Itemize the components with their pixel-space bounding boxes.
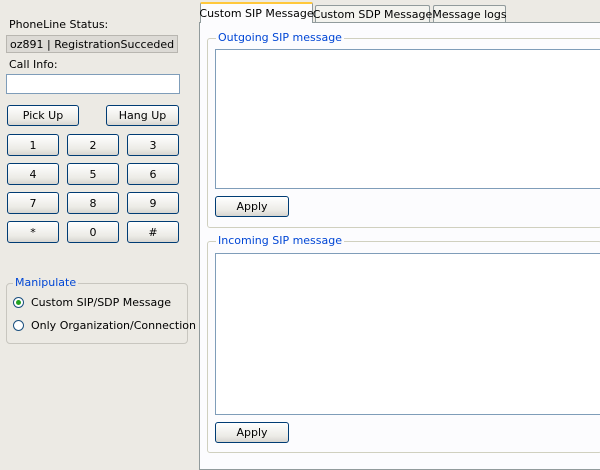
call-info-input[interactable] [6,74,180,94]
dialpad-key-hash[interactable]: # [127,221,179,243]
radio-only-organization[interactable]: Only Organization/Connection [13,319,196,332]
incoming-sip-textarea[interactable] [215,253,600,415]
phoneline-status-value: oz891 | RegistrationSucceded [6,35,178,53]
dialpad-key-2[interactable]: 2 [67,134,119,156]
dialpad-key-4[interactable]: 4 [7,163,59,185]
dialpad-key-star[interactable]: * [7,221,59,243]
tab-custom-sdp-message[interactable]: Custom SDP Message [313,5,432,22]
outgoing-sip-textarea[interactable] [215,49,600,189]
radio-button-checked[interactable] [13,297,24,308]
dialpad-key-8[interactable]: 8 [67,192,119,214]
radio-label: Custom SIP/SDP Message [31,296,171,309]
radio-custom-sip-sdp[interactable]: Custom SIP/SDP Message [13,296,171,309]
hang-up-button[interactable]: Hang Up [106,105,179,126]
incoming-apply-button[interactable]: Apply [215,422,289,443]
dialpad-key-0[interactable]: 0 [67,221,119,243]
tab-custom-sip-message[interactable]: Custom SIP Message [199,2,314,23]
dialpad-key-6[interactable]: 6 [127,163,179,185]
manipulate-group [6,283,188,344]
outgoing-sip-title: Outgoing SIP message [216,31,344,44]
dialpad-key-7[interactable]: 7 [7,192,59,214]
call-info-label: Call Info: [9,58,58,71]
dialpad-key-1[interactable]: 1 [7,134,59,156]
radio-label: Only Organization/Connection [31,319,196,332]
radio-button[interactable] [13,320,24,331]
manipulate-group-title: Manipulate [13,276,79,289]
phoneline-status-label: PhoneLine Status: [9,18,109,31]
incoming-sip-title: Incoming SIP message [216,234,345,247]
tab-message-logs[interactable]: Message logs [432,5,507,22]
outgoing-apply-button[interactable]: Apply [215,196,289,217]
dialpad-key-5[interactable]: 5 [67,163,119,185]
dialpad-key-3[interactable]: 3 [127,134,179,156]
pick-up-button[interactable]: Pick Up [7,105,79,126]
dialpad-key-9[interactable]: 9 [127,192,179,214]
